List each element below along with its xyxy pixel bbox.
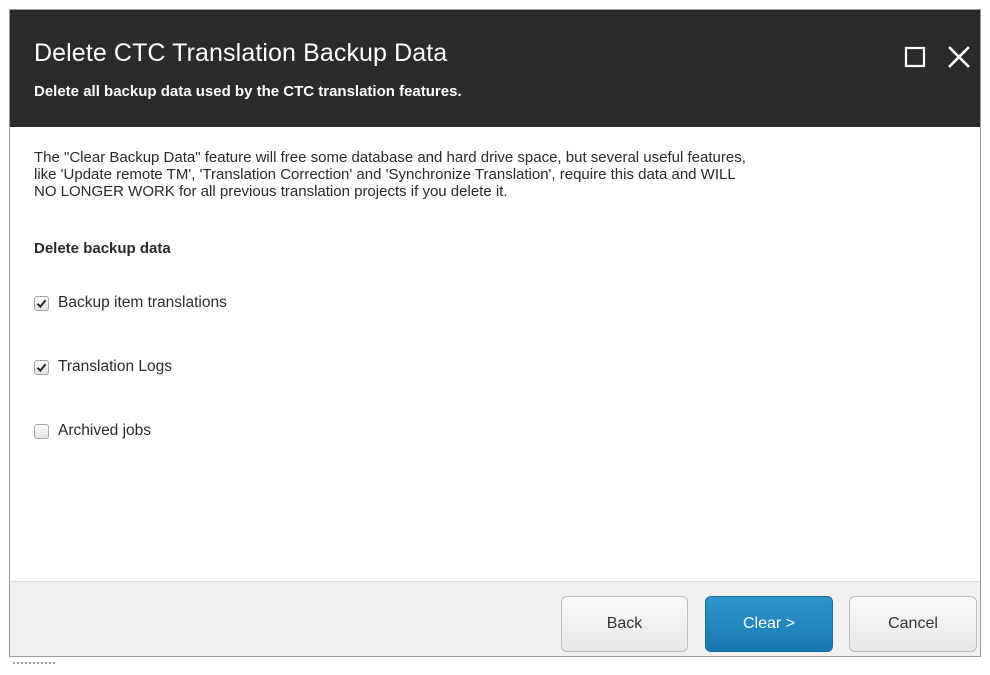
maximize-icon [904,46,926,68]
resize-grip-icon[interactable] [9,660,59,666]
intro-line-2: like 'Update remote TM', 'Translation Co… [34,166,736,183]
dialog-subtitle: Delete all backup data used by the CTC t… [34,83,462,100]
backup-item-translations-checkbox[interactable] [34,295,49,311]
checkmark-icon [36,299,47,308]
option-backup-item-translations[interactable]: Backup item translations [34,293,956,313]
close-button[interactable] [944,42,974,72]
option-archived-jobs[interactable]: Archived jobs [34,421,956,441]
section-title: Delete backup data [34,240,171,257]
dialog-title: Delete CTC Translation Backup Data [34,39,448,67]
delete-backup-dialog: Delete CTC Translation Backup Data Delet… [9,9,981,657]
back-button[interactable]: Back [561,596,688,652]
close-icon [948,46,970,68]
intro-text: The "Clear Backup Data" feature will fre… [34,149,964,200]
dialog-footer: Back Clear > Cancel [10,581,980,656]
intro-line-1: The "Clear Backup Data" feature will fre… [34,149,746,166]
cancel-button[interactable]: Cancel [849,596,977,652]
clear-button[interactable]: Clear > [705,596,833,652]
option-label: Translation Logs [58,358,173,375]
translation-logs-checkbox[interactable] [34,359,49,375]
dialog-body: The "Clear Backup Data" feature will fre… [10,127,980,581]
backup-options: Backup item translations Translation Log… [34,293,956,441]
checkmark-icon [36,363,47,372]
option-label: Archived jobs [58,422,152,439]
window-controls [900,42,974,72]
option-label: Backup item translations [58,294,227,311]
option-translation-logs[interactable]: Translation Logs [34,357,956,377]
maximize-button[interactable] [900,42,930,72]
archived-jobs-checkbox[interactable] [34,423,49,439]
intro-line-3: NO LONGER WORK for all previous translat… [34,183,508,200]
dialog-header: Delete CTC Translation Backup Data Delet… [10,10,980,127]
